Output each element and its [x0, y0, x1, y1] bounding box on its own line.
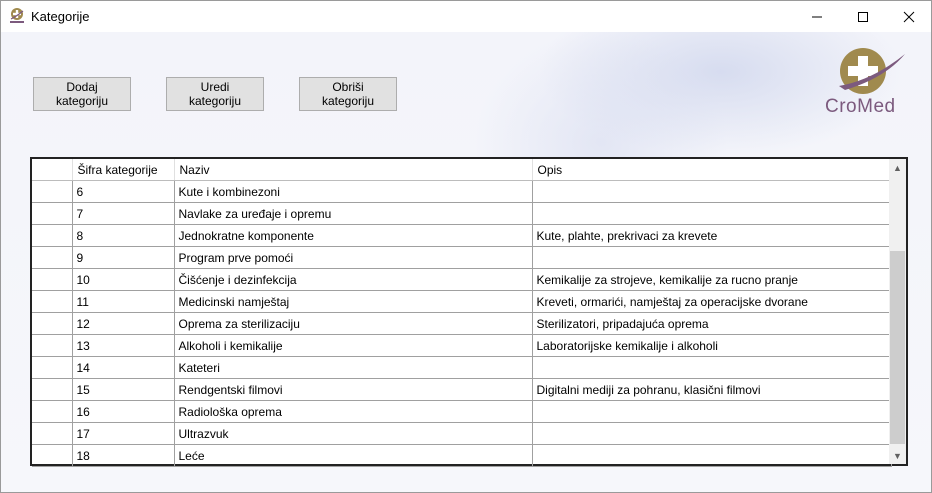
cell-sifra[interactable]: 15 [71, 378, 175, 401]
cell-opis[interactable]: Kreveti, ormarići, namještaj za operacij… [531, 290, 892, 313]
column-header-opis[interactable]: Opis [532, 159, 892, 181]
cell-naziv[interactable]: Ultrazvuk [173, 422, 533, 445]
window: Kategorije Dodaj kategoriju Uredi katego… [0, 0, 932, 493]
cell-opis[interactable] [531, 422, 892, 445]
categories-grid[interactable]: Šifra kategorije Naziv Opis 6 Kute i komb… [30, 157, 908, 467]
table-row[interactable]: 16 Radiološka oprema [32, 400, 892, 423]
add-category-button[interactable]: Dodaj kategoriju [33, 77, 131, 111]
cell-naziv[interactable]: Medicinski namještaj [173, 290, 533, 313]
table-row[interactable]: 12 Oprema za sterilizaciju Sterilizatori, … [32, 312, 892, 335]
categories-table: Šifra kategorije Naziv Opis 6 Kute i komb… [32, 159, 892, 467]
cromed-app-icon [10, 8, 24, 23]
cell-naziv[interactable]: Kateteri [173, 356, 533, 379]
row-header[interactable] [32, 356, 73, 379]
cell-naziv[interactable]: Navlake za uređaje i opremu [173, 202, 533, 225]
cell-naziv[interactable]: Alkoholi i kemikalije [173, 334, 533, 357]
row-header[interactable] [32, 202, 73, 225]
table-row[interactable]: 17 Ultrazvuk [32, 422, 892, 445]
cell-sifra[interactable]: 14 [71, 356, 175, 379]
cell-sifra[interactable]: 11 [71, 290, 175, 313]
table-body: 6 Kute i kombinezoni 7 Navlake za uređaje i… [32, 180, 892, 467]
cell-naziv[interactable]: Čišćenje i dezinfekcija [173, 268, 533, 291]
vertical-scrollbar[interactable]: ▲ ▼ [889, 159, 906, 464]
row-header[interactable] [32, 246, 73, 269]
scroll-up-arrow-icon[interactable]: ▲ [889, 159, 906, 176]
row-header[interactable] [32, 444, 73, 467]
close-icon [903, 11, 915, 22]
table-row[interactable]: 14 Kateteri [32, 356, 892, 379]
cell-sifra[interactable]: 16 [71, 400, 175, 423]
table-row[interactable]: 7 Navlake za uređaje i opremu [32, 202, 892, 225]
cell-opis[interactable] [531, 444, 892, 467]
cell-opis[interactable] [531, 180, 892, 203]
table-header-row: Šifra kategorije Naziv Opis [32, 159, 892, 181]
table-row[interactable]: 13 Alkoholi i kemikalije Laboratorijske ke… [32, 334, 892, 357]
row-header[interactable] [32, 334, 73, 357]
cell-opis[interactable]: Digitalni mediji za pohranu, klasični fi… [531, 378, 892, 401]
table-row[interactable]: 9 Program prve pomoći [32, 246, 892, 269]
cell-sifra[interactable]: 10 [71, 268, 175, 291]
logo-text: CroMed [825, 96, 896, 117]
maximize-button[interactable] [840, 1, 886, 32]
scrollbar-thumb[interactable] [890, 251, 905, 444]
cell-opis[interactable] [531, 246, 892, 269]
cell-naziv[interactable]: Program prve pomoći [173, 246, 533, 269]
edit-category-button[interactable]: Uredi kategoriju [166, 77, 264, 111]
title-bar: Kategorije [1, 1, 931, 32]
cell-opis[interactable]: Kemikalije za strojeve, kemikalije za ru… [531, 268, 892, 291]
client-area: Dodaj kategoriju Uredi kategoriju Obriši… [1, 32, 931, 492]
row-header[interactable] [32, 180, 73, 203]
cell-sifra[interactable]: 18 [71, 444, 175, 467]
cell-naziv[interactable]: Radiološka oprema [173, 400, 533, 423]
cell-sifra[interactable]: 12 [71, 312, 175, 335]
cell-sifra[interactable]: 9 [71, 246, 175, 269]
row-header-corner [32, 159, 73, 181]
window-title: Kategorije [31, 9, 90, 24]
table-row[interactable]: 6 Kute i kombinezoni [32, 180, 892, 203]
cell-sifra[interactable]: 7 [71, 202, 175, 225]
table-row[interactable]: 8 Jednokratne komponente Kute, plahte, pre… [32, 224, 892, 247]
close-button[interactable] [886, 1, 931, 32]
row-header[interactable] [32, 400, 73, 423]
cell-sifra[interactable]: 17 [71, 422, 175, 445]
cell-naziv[interactable]: Kute i kombinezoni [173, 180, 533, 203]
cell-opis[interactable] [531, 400, 892, 423]
delete-category-button[interactable]: Obriši kategoriju [299, 77, 397, 111]
cell-naziv[interactable]: Jednokratne komponente [173, 224, 533, 247]
row-header[interactable] [32, 290, 73, 313]
cell-naziv[interactable]: Oprema za sterilizaciju [173, 312, 533, 335]
cell-naziv[interactable]: Rendgentski filmovi [173, 378, 533, 401]
table-row[interactable]: 15 Rendgentski filmovi Digitalni mediji za… [32, 378, 892, 401]
cell-sifra[interactable]: 6 [71, 180, 175, 203]
maximize-icon [858, 11, 868, 22]
cell-sifra[interactable]: 8 [71, 224, 175, 247]
row-header[interactable] [32, 268, 73, 291]
column-header-sifra[interactable]: Šifra kategorije [72, 159, 175, 181]
cell-opis[interactable]: Kute, plahte, prekrivaci za krevete [531, 224, 892, 247]
row-header[interactable] [32, 378, 73, 401]
cell-opis[interactable]: Sterilizatori, pripadajuća oprema [531, 312, 892, 335]
scroll-down-arrow-icon[interactable]: ▼ [889, 447, 906, 464]
row-header[interactable] [32, 312, 73, 335]
row-header[interactable] [32, 224, 73, 247]
table-row[interactable]: 18 Leće [32, 444, 892, 467]
column-header-naziv[interactable]: Naziv [174, 159, 533, 181]
table-row[interactable]: 10 Čišćenje i dezinfekcija Kemikalije za s… [32, 268, 892, 291]
minimize-icon [812, 16, 822, 17]
cell-naziv[interactable]: Leće [173, 444, 533, 467]
cell-opis[interactable] [531, 356, 892, 379]
table-row[interactable]: 11 Medicinski namještaj Kreveti, ormarići,… [32, 290, 892, 313]
row-header[interactable] [32, 422, 73, 445]
cell-opis[interactable]: Laboratorijske kemikalije i alkoholi [531, 334, 892, 357]
cell-sifra[interactable]: 13 [71, 334, 175, 357]
cell-opis[interactable] [531, 202, 892, 225]
minimize-button[interactable] [794, 1, 840, 32]
